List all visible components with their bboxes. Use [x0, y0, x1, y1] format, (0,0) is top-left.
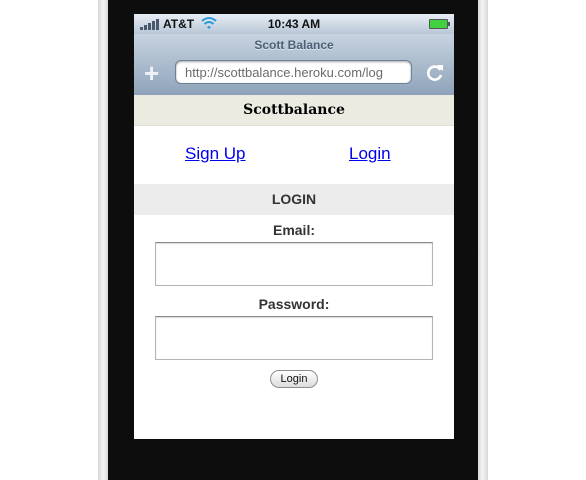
battery-icon: [429, 19, 450, 29]
browser-page-title: Scott Balance: [254, 38, 334, 52]
password-label: Password:: [258, 296, 330, 312]
signup-link[interactable]: Sign Up: [185, 144, 245, 164]
login-link[interactable]: Login: [349, 144, 391, 164]
phone-screen: AT&T 10:43 AM Scott Balance + http://sco…: [134, 14, 454, 439]
status-time: 10:43 AM: [267, 17, 321, 31]
status-bar: AT&T 10:43 AM: [134, 14, 454, 34]
email-field[interactable]: [155, 242, 433, 286]
login-section-title: LOGIN: [134, 184, 454, 215]
add-bookmark-icon[interactable]: +: [144, 60, 159, 86]
url-field[interactable]: http://scottbalance.heroku.com/log: [175, 60, 412, 84]
reload-icon[interactable]: [424, 62, 446, 84]
site-title: Scottbalance: [134, 95, 454, 126]
email-label: Email:: [272, 222, 315, 238]
password-field[interactable]: [155, 316, 433, 360]
browser-toolbar: Scott Balance + http://scottbalance.hero…: [134, 34, 454, 96]
login-submit-button[interactable]: Login: [270, 370, 318, 388]
